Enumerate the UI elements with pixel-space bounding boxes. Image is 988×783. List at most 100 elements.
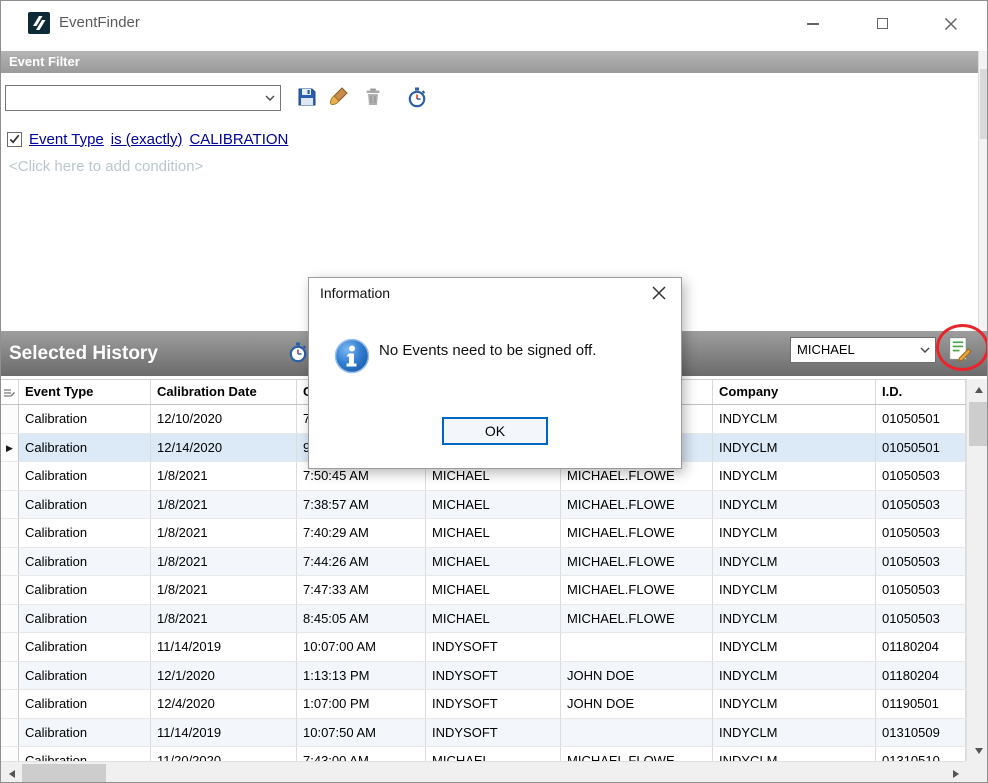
table-cell: 01050503	[876, 462, 966, 490]
user-combobox[interactable]: MICHAEL	[790, 337, 936, 363]
close-icon	[944, 17, 958, 31]
close-button[interactable]	[929, 1, 973, 46]
scroll-up-button[interactable]	[967, 379, 988, 400]
table-row[interactable]: Calibration1/8/20217:47:33 AMMICHAELMICH…	[1, 576, 966, 605]
table-cell: 01050501	[876, 405, 966, 433]
filter-preset-combobox[interactable]	[5, 85, 281, 111]
user-combobox-value: MICHAEL	[797, 338, 855, 362]
table-cell: INDYSOFT	[426, 690, 561, 718]
horizontal-scrollbar[interactable]	[1, 761, 966, 783]
table-cell: MICHAEL	[426, 519, 561, 547]
titlebar: EventFinder	[1, 1, 987, 46]
filter-scrollbar-thumb[interactable]	[980, 69, 988, 139]
column-header-company[interactable]: Company	[713, 380, 876, 404]
save-filter-button[interactable]	[296, 86, 318, 108]
dialog-message: No Events need to be signed off.	[379, 342, 596, 359]
table-cell: MICHAEL	[426, 576, 561, 604]
table-cell: 7:43:00 AM	[297, 747, 426, 761]
table-cell: 10:07:00 AM	[297, 633, 426, 661]
stopwatch-icon	[287, 341, 309, 363]
horizontal-scrollbar-thumb[interactable]	[22, 764, 106, 783]
table-cell: 01050503	[876, 576, 966, 604]
chevron-down-icon[interactable]	[915, 338, 935, 362]
row-indicator	[1, 662, 19, 690]
row-indicator	[1, 405, 19, 433]
signoff-icon	[946, 335, 973, 362]
dialog-close-button[interactable]	[637, 278, 681, 308]
table-cell: MICHAEL	[426, 747, 561, 761]
table-cell: 1/8/2021	[151, 519, 297, 547]
scroll-down-button[interactable]	[967, 740, 988, 761]
table-cell: MICHAEL.FLOWE	[561, 548, 713, 576]
table-cell: Calibration	[19, 434, 151, 462]
close-icon	[652, 286, 666, 300]
table-cell: 1/8/2021	[151, 605, 297, 633]
maximize-button[interactable]	[860, 1, 904, 46]
table-cell: 7:47:33 AM	[297, 576, 426, 604]
table-cell: MICHAEL.FLOWE	[561, 747, 713, 761]
vertical-scrollbar[interactable]	[966, 379, 988, 761]
table-cell: Calibration	[19, 548, 151, 576]
table-row[interactable]: Calibration11/14/201910:07:50 AMINDYSOFT…	[1, 719, 966, 748]
signoff-button[interactable]	[946, 335, 973, 362]
table-cell: 01050503	[876, 548, 966, 576]
table-row[interactable]: Calibration12/1/20201:13:13 PMINDYSOFTJO…	[1, 662, 966, 691]
table-cell: 1:13:13 PM	[297, 662, 426, 690]
scroll-right-button[interactable]	[945, 762, 966, 783]
table-cell: Calibration	[19, 747, 151, 761]
info-dialog: Information No Events need to be signed …	[308, 277, 682, 469]
eventfinder-window: EventFinder Event Filter	[0, 0, 988, 783]
row-indicator	[1, 633, 19, 661]
history-stopwatch-button[interactable]	[287, 341, 309, 363]
dialog-title: Information	[320, 278, 390, 308]
minimize-button[interactable]	[791, 1, 835, 46]
save-icon	[296, 86, 318, 108]
table-row[interactable]: Calibration11/14/201910:07:00 AMINDYSOFT…	[1, 633, 966, 662]
table-row[interactable]: Calibration11/20/20207:43:00 AMMICHAELMI…	[1, 747, 966, 761]
table-cell: 01050503	[876, 519, 966, 547]
condition-operator-link[interactable]: is (exactly)	[111, 131, 183, 148]
column-header-id[interactable]: I.D.	[876, 380, 966, 404]
table-row[interactable]: Calibration1/8/20217:40:29 AMMICHAELMICH…	[1, 519, 966, 548]
condition-checkbox[interactable]	[7, 132, 22, 147]
clear-filter-button[interactable]	[329, 86, 351, 108]
condition-value-link[interactable]: CALIBRATION	[189, 131, 288, 148]
table-row[interactable]: Calibration1/8/20217:44:26 AMMICHAELMICH…	[1, 548, 966, 577]
row-indicator	[1, 491, 19, 519]
maximize-icon	[877, 18, 888, 29]
table-row[interactable]: Calibration1/8/20218:45:05 AMMICHAELMICH…	[1, 605, 966, 634]
table-row[interactable]: Calibration1/8/20217:38:57 AMMICHAELMICH…	[1, 491, 966, 520]
chevron-down-icon[interactable]	[260, 86, 280, 110]
delete-icon	[362, 86, 384, 108]
table-cell: 7:38:57 AM	[297, 491, 426, 519]
scroll-left-button[interactable]	[1, 762, 22, 783]
column-header-calibration-date[interactable]: Calibration Date	[151, 380, 297, 404]
selected-row-marker: ▶	[1, 434, 19, 462]
arrow-left-icon	[9, 770, 15, 778]
table-cell: 01050503	[876, 491, 966, 519]
row-indicator	[1, 719, 19, 747]
filter-scrollbar[interactable]	[978, 51, 988, 331]
delete-filter-button[interactable]	[362, 86, 384, 108]
run-history-search-button[interactable]	[406, 86, 428, 108]
table-cell: Calibration	[19, 690, 151, 718]
window-title: EventFinder	[59, 14, 140, 31]
column-header-event-type[interactable]: Event Type	[19, 380, 151, 404]
condition-field-link[interactable]: Event Type	[29, 131, 104, 148]
table-row[interactable]: Calibration12/4/20201:07:00 PMINDYSOFTJO…	[1, 690, 966, 719]
table-cell: INDYCLM	[713, 662, 876, 690]
add-condition-hint[interactable]: <Click here to add condition>	[9, 158, 203, 175]
table-cell: 12/14/2020	[151, 434, 297, 462]
table-cell: 12/1/2020	[151, 662, 297, 690]
vertical-scrollbar-thumb[interactable]	[969, 402, 988, 446]
table-cell: Calibration	[19, 405, 151, 433]
ok-button[interactable]: OK	[442, 417, 548, 445]
grid-customize-button[interactable]	[1, 380, 19, 404]
table-cell: INDYCLM	[713, 548, 876, 576]
table-cell: Calibration	[19, 633, 151, 661]
table-cell: INDYCLM	[713, 747, 876, 761]
table-cell: JOHN DOE	[561, 662, 713, 690]
table-cell: 01180204	[876, 662, 966, 690]
table-cell: 1/8/2021	[151, 548, 297, 576]
row-indicator	[1, 576, 19, 604]
